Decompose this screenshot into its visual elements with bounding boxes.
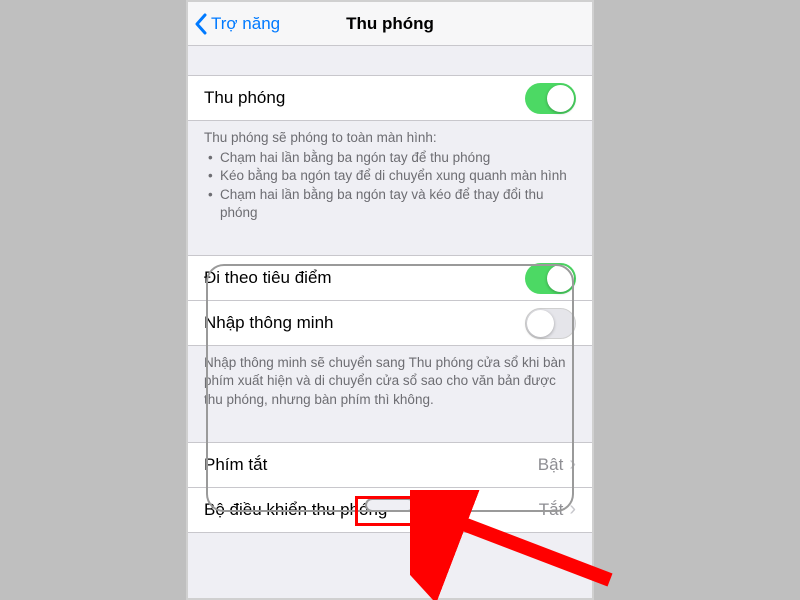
row-shortcut-value: Bật xyxy=(538,455,564,475)
row-follow-focus-label: Đi theo tiêu điểm xyxy=(204,268,525,288)
desc-bullet: Chạm hai lần bằng ba ngón tay để thu phó… xyxy=(208,149,576,167)
chevron-left-icon xyxy=(194,13,207,35)
follow-focus-toggle[interactable] xyxy=(525,263,576,294)
row-smart-typing[interactable]: Nhập thông minh xyxy=(188,300,592,346)
row-shortcut-label: Phím tắt xyxy=(204,455,538,475)
smart-typing-toggle[interactable] xyxy=(525,308,576,339)
navbar: Trợ năng Thu phóng xyxy=(188,2,592,46)
row-zoom[interactable]: Thu phóng xyxy=(188,75,592,121)
back-button[interactable]: Trợ năng xyxy=(188,13,280,35)
zoom-description: Thu phóng sẽ phóng to toàn màn hình: Chạ… xyxy=(188,121,592,232)
zoom-toggle[interactable] xyxy=(525,83,576,114)
settings-screen: Trợ năng Thu phóng Thu phóng Thu phóng s… xyxy=(186,0,594,600)
row-zoom-controller[interactable]: Bộ điều khiển thu phóng Tắt › xyxy=(188,487,592,533)
chevron-right-icon: › xyxy=(569,453,576,476)
desc-bullet: Chạm hai lần bằng ba ngón tay và kéo để … xyxy=(208,186,576,222)
row-zoom-controller-label: Bộ điều khiển thu phóng xyxy=(204,500,539,520)
desc-bullet: Kéo bằng ba ngón tay để di chuyển xung q… xyxy=(208,167,576,185)
row-shortcut[interactable]: Phím tắt Bật › xyxy=(188,442,592,488)
row-follow-focus[interactable]: Đi theo tiêu điểm xyxy=(188,255,592,301)
content: Thu phóng Thu phóng sẽ phóng to toàn màn… xyxy=(188,46,592,598)
smart-typing-description: Nhập thông minh sẽ chuyển sang Thu phóng… xyxy=(188,346,592,419)
row-zoom-label: Thu phóng xyxy=(204,88,525,108)
chevron-right-icon: › xyxy=(569,498,576,521)
desc-intro: Thu phóng sẽ phóng to toàn màn hình: xyxy=(204,129,576,147)
back-label: Trợ năng xyxy=(211,14,280,34)
row-zoom-controller-value: Tắt xyxy=(539,500,564,520)
row-smart-typing-label: Nhập thông minh xyxy=(204,313,525,333)
